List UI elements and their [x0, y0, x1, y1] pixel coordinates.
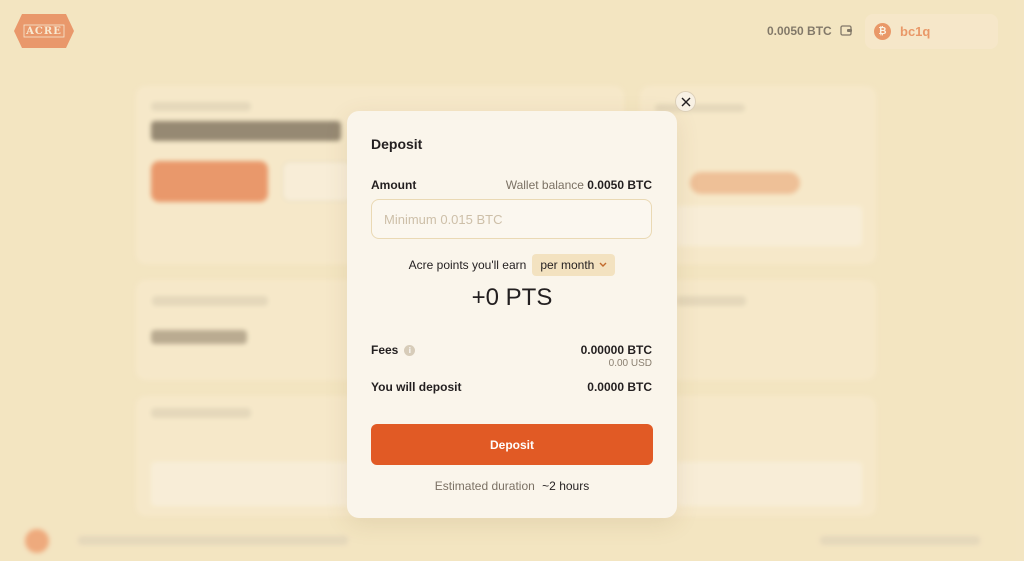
modal-title: Deposit	[371, 136, 423, 152]
chevron-down-icon	[599, 262, 607, 267]
amount-input[interactable]	[371, 199, 652, 239]
close-icon	[681, 97, 690, 106]
period-dropdown[interactable]: per month	[532, 254, 616, 276]
estimated-duration: Estimated duration ~2 hours	[347, 479, 677, 493]
close-button[interactable]	[675, 91, 696, 112]
duration-value: ~2 hours	[542, 479, 590, 493]
wallet-balance-label: Wallet balance	[505, 178, 584, 192]
deposit-total-value: 0.0000 BTC	[587, 380, 652, 394]
deposit-button[interactable]: Deposit	[371, 424, 653, 465]
fees-btc: 0.00000 BTC	[580, 343, 652, 357]
points-row: Acre points you'll earn per month	[347, 254, 677, 276]
fees-label: Fees	[371, 343, 399, 357]
fees-usd: 0.00 USD	[608, 358, 652, 369]
info-icon[interactable]: i	[404, 344, 416, 356]
deposit-modal: Deposit Amount Wallet balance 0.0050 BTC…	[347, 111, 677, 518]
wallet-balance-value: 0.0050 BTC	[587, 178, 652, 192]
points-value: +0 PTS	[471, 284, 553, 311]
points-label: Acre points you'll earn	[408, 258, 527, 272]
amount-label: Amount	[371, 178, 417, 192]
duration-label: Estimated duration	[434, 479, 535, 493]
deposit-total-label: You will deposit	[371, 380, 462, 394]
wallet-balance: Wallet balance 0.0050 BTC	[506, 178, 652, 192]
fees-label-row: Fees i	[371, 343, 416, 357]
period-value: per month	[540, 258, 595, 272]
